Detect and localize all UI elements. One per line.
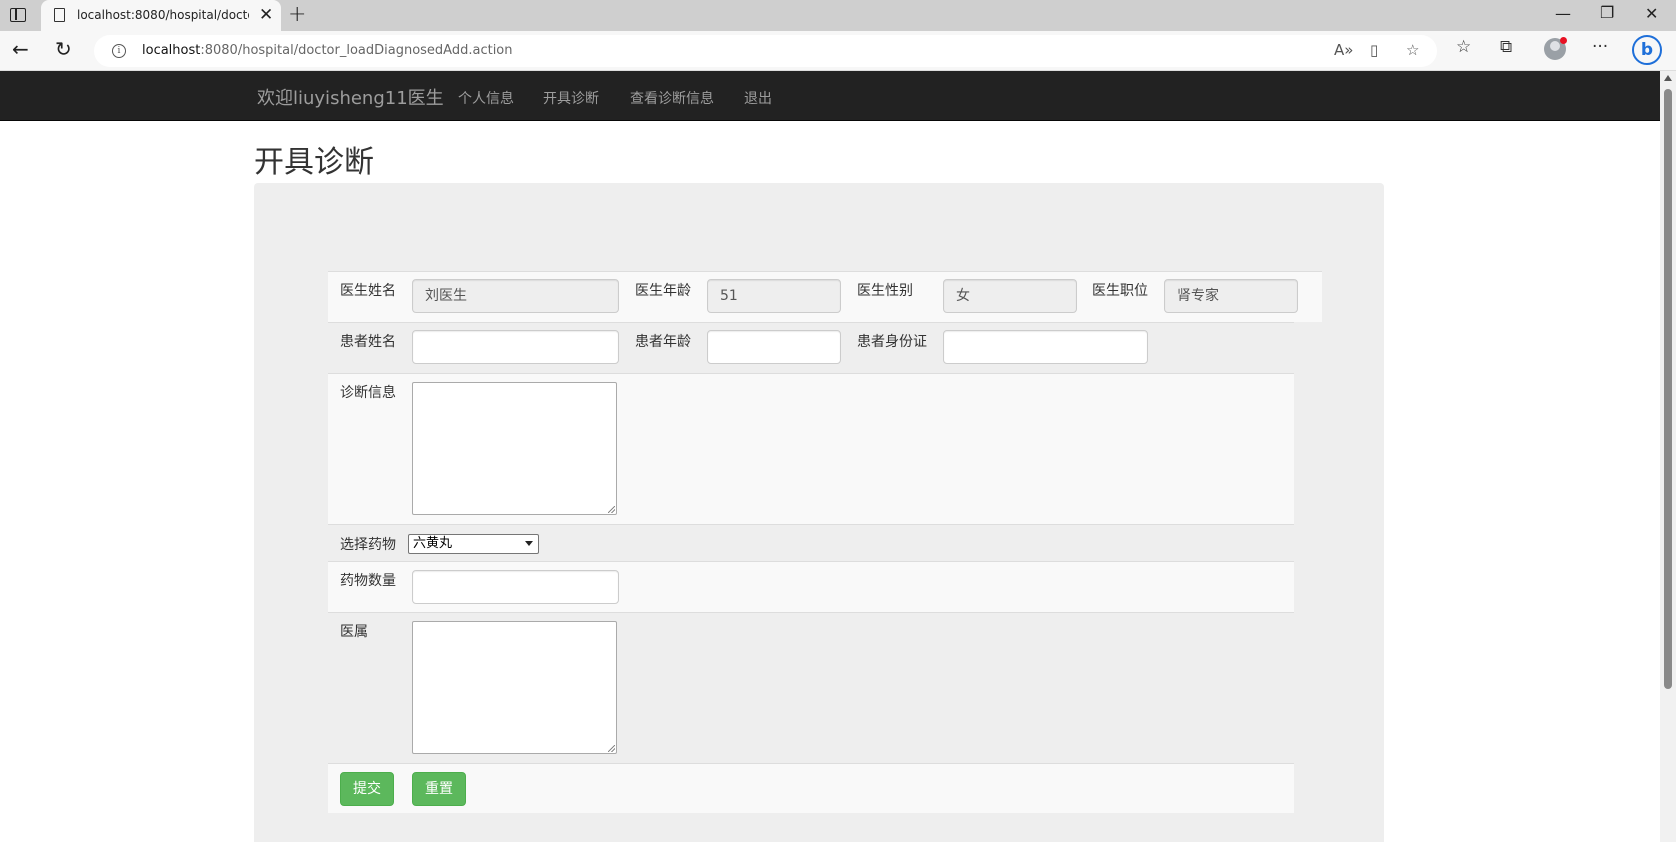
reader-view-icon[interactable]: ▯	[1370, 41, 1378, 59]
patient-age-input[interactable]	[707, 330, 841, 364]
url-field[interactable]: i localhost:8080/hospital/doctor_loadDia…	[94, 35, 1437, 67]
scroll-up-icon[interactable]	[1664, 75, 1672, 81]
diagnosis-form: 医生姓名 刘医生 医生年龄 51 医生性别 女 医生职位 肾专家 患者姓名 患者…	[328, 271, 1322, 813]
medicine-selected-value: 六黄丸	[413, 536, 453, 551]
chevron-down-icon	[525, 541, 533, 546]
diagnosis-textarea[interactable]	[412, 382, 617, 515]
doctor-title-label: 医生职位	[1092, 283, 1148, 299]
doctor-gender-field[interactable]: 女	[943, 279, 1077, 313]
diagnosis-row: 诊断信息	[328, 373, 1294, 524]
minimize-icon[interactable]: —	[1555, 4, 1571, 23]
doctor-name-label: 医生姓名	[340, 283, 396, 299]
doctor-title-field[interactable]: 肾专家	[1164, 279, 1298, 313]
patient-info-row: 患者姓名 患者年龄 患者身份证	[328, 322, 1294, 373]
site-info-icon[interactable]: i	[112, 44, 126, 58]
quantity-input[interactable]	[412, 570, 619, 604]
scrollbar-thumb[interactable]	[1664, 89, 1672, 689]
navbar-brand[interactable]: 欢迎liuyisheng11医生	[257, 84, 444, 110]
nav-link-profile[interactable]: 个人信息	[458, 88, 514, 108]
quantity-label: 药物数量	[340, 573, 396, 589]
collections-icon[interactable]: ⧉	[1500, 37, 1512, 57]
doctor-age-label: 医生年龄	[635, 283, 691, 299]
close-tab-icon[interactable]: ✕	[259, 4, 273, 26]
advice-row: 医属	[328, 612, 1294, 763]
restore-icon[interactable]: ❐	[1600, 3, 1614, 22]
page-title: 开具诊断	[254, 145, 374, 180]
bing-icon[interactable]: b	[1632, 35, 1662, 65]
read-aloud-icon[interactable]: A»	[1334, 41, 1353, 59]
nav-link-create-diagnosis[interactable]: 开具诊断	[543, 88, 599, 108]
new-tab-icon[interactable]: +	[288, 2, 306, 27]
back-icon[interactable]: ←	[12, 37, 29, 61]
patient-name-input[interactable]	[412, 330, 619, 364]
nav-link-view-diagnoses[interactable]: 查看诊断信息	[630, 88, 714, 108]
notification-dot	[1560, 37, 1567, 44]
patient-name-label: 患者姓名	[340, 334, 396, 350]
doctor-name-field[interactable]: 刘医生	[412, 279, 619, 313]
address-bar-row: ← ↻ i localhost:8080/hospital/doctor_loa…	[0, 31, 1676, 71]
submit-button[interactable]: 提交	[340, 772, 394, 806]
more-icon[interactable]: ···	[1592, 37, 1608, 57]
diagnosis-label: 诊断信息	[340, 385, 396, 401]
medicine-row: 选择药物 六黄丸	[328, 524, 1294, 561]
page-viewport: 欢迎liuyisheng11医生 个人信息 开具诊断 查看诊断信息 退出 开具诊…	[0, 71, 1660, 842]
close-window-icon[interactable]: ✕	[1645, 4, 1658, 23]
nav-link-logout[interactable]: 退出	[744, 88, 772, 108]
medicine-select[interactable]: 六黄丸	[408, 534, 539, 554]
doctor-age-field[interactable]: 51	[707, 279, 841, 313]
doctor-info-row: 医生姓名 刘医生 医生年龄 51 医生性别 女 医生职位 肾专家	[328, 271, 1322, 322]
tab-actions-icon[interactable]	[10, 8, 26, 22]
patient-id-input[interactable]	[943, 330, 1148, 364]
browser-tab-strip: localhost:8080/hospital/doctor_loadDiagn…	[0, 0, 1676, 31]
patient-id-label: 患者身份证	[857, 334, 927, 350]
patient-age-label: 患者年龄	[635, 334, 691, 350]
actions-row: 提交 重置	[328, 763, 1294, 813]
url-text: localhost:8080/hospital/doctor_loadDiagn…	[142, 43, 513, 58]
medicine-label: 选择药物	[340, 537, 396, 553]
browser-tab[interactable]: localhost:8080/hospital/doctor_loadDiagn…	[41, 0, 281, 31]
reset-button[interactable]: 重置	[412, 772, 466, 806]
quantity-row: 药物数量	[328, 561, 1294, 612]
top-navbar: 欢迎liuyisheng11医生 个人信息 开具诊断 查看诊断信息 退出	[0, 71, 1660, 121]
doctor-gender-label: 医生性别	[857, 283, 913, 299]
favorites-icon[interactable]: ☆	[1456, 37, 1471, 57]
add-favorite-icon[interactable]: ☆	[1406, 41, 1419, 59]
page-icon	[54, 8, 65, 22]
tab-title: localhost:8080/hospital/doctor_loadDiagn…	[77, 8, 249, 22]
refresh-icon[interactable]: ↻	[55, 37, 72, 61]
advice-textarea[interactable]	[412, 621, 617, 754]
advice-label: 医属	[340, 624, 368, 640]
page-scrollbar[interactable]	[1660, 71, 1676, 842]
